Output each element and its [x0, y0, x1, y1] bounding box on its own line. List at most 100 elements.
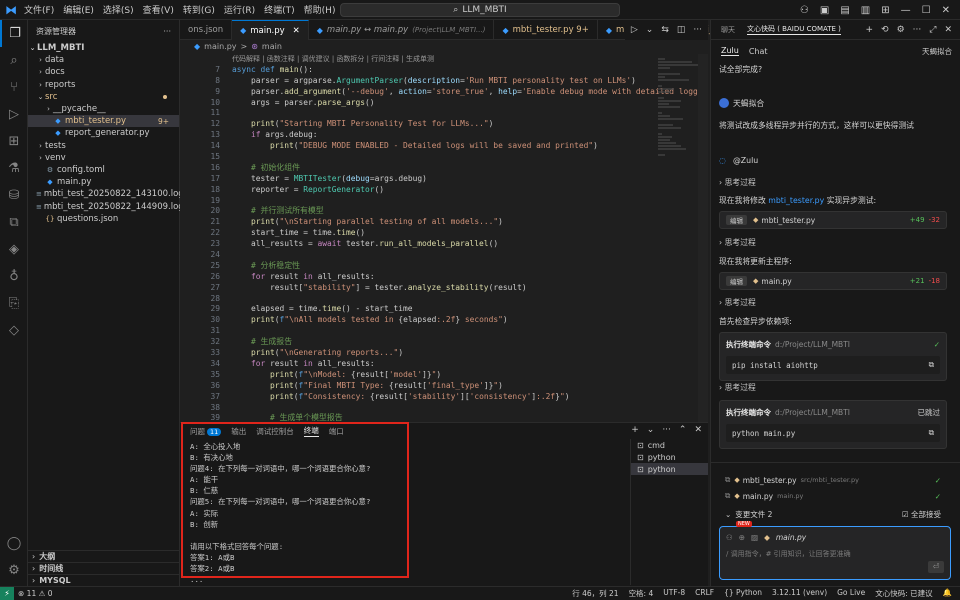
testing-icon[interactable]: ⚗: [0, 155, 28, 182]
settings-gear-icon[interactable]: ⚙: [897, 25, 905, 35]
go-live[interactable]: Go Live: [837, 588, 865, 599]
settings-gear-icon[interactable]: ⚙: [0, 557, 28, 584]
tree-item[interactable]: ◆ report_generator.py: [28, 127, 179, 139]
maximize-panel-icon[interactable]: ⌃: [679, 425, 687, 435]
remote-icon[interactable]: ⚡: [0, 586, 14, 600]
account-icon[interactable]: ◯: [0, 530, 28, 557]
panel-tab[interactable]: 终端: [303, 425, 319, 437]
database-icon[interactable]: ⛁: [0, 182, 28, 209]
tree-item[interactable]: ◆ mbti_tester.py 9+: [28, 115, 179, 128]
more-actions-icon[interactable]: ···: [913, 25, 922, 35]
tree-item[interactable]: › docs: [28, 66, 179, 78]
maximize-icon[interactable]: ☐: [922, 5, 931, 16]
editor-tab[interactable]: ons.json: [180, 20, 233, 40]
menu-item[interactable]: 帮助(H): [304, 3, 336, 16]
menu-item[interactable]: 转到(G): [183, 3, 215, 16]
source-control-icon[interactable]: ⑂: [0, 74, 28, 101]
new-terminal-icon[interactable]: +: [631, 425, 639, 435]
line-ending[interactable]: CRLF: [695, 588, 714, 599]
close-tab-icon[interactable]: ✕: [293, 26, 300, 36]
tree-item[interactable]: › __pycache__: [28, 103, 179, 115]
encoding[interactable]: UTF-8: [663, 588, 685, 599]
code-lens[interactable]: 代码解释 | 函数注释 | 调优建议 | 函数拆分 | 行间注释 | 生成单测: [180, 54, 708, 65]
indentation[interactable]: 空格: 4: [629, 588, 654, 599]
panel-tab[interactable]: 端口: [329, 426, 344, 437]
breadcrumb-symbol[interactable]: main: [262, 42, 282, 51]
sidebar-section[interactable]: › MYSQL: [28, 574, 180, 586]
copy-icon[interactable]: ⧉: [929, 428, 934, 438]
minimap[interactable]: [658, 54, 698, 414]
history-icon[interactable]: ⟲: [881, 25, 889, 35]
tree-item[interactable]: ⌄ src: [28, 91, 179, 103]
tree-item[interactable]: › reports: [28, 79, 179, 91]
terminal-instance[interactable]: ⊡ python: [631, 451, 708, 463]
editor-tab[interactable]: ◆ mbti_tester.py 9+: [494, 20, 598, 40]
layout-panel-icon[interactable]: ▤: [840, 5, 849, 16]
comate-status[interactable]: 文心快码: 已建议: [875, 588, 932, 599]
copilot-icon[interactable]: ⚇: [800, 5, 809, 16]
edit-chip-mbti-tester[interactable]: 编辑 ◆ mbti_tester.py +49 -32: [719, 211, 947, 229]
tree-item[interactable]: › tests: [28, 140, 179, 152]
send-icon[interactable]: ⏎: [928, 561, 944, 573]
panel-tab[interactable]: 问题 11: [190, 426, 222, 437]
menu-item[interactable]: 文件(F): [24, 3, 54, 16]
new-chat-icon[interactable]: +: [865, 25, 873, 35]
menu-item[interactable]: 终端(T): [264, 3, 295, 16]
comate-icon[interactable]: ♁: [0, 263, 28, 290]
minimize-icon[interactable]: —: [901, 5, 911, 16]
think-toggle-4[interactable]: › 思考过程: [719, 382, 756, 393]
copy-icon[interactable]: ⧉: [929, 360, 934, 370]
explorer-icon[interactable]: ❐: [0, 20, 28, 47]
more-actions-icon[interactable]: ···: [163, 27, 171, 36]
chat-input[interactable]: NEW ⚇ ⊕ ▨ ◆ main.py / 调用指令，# 引用知识，让回答更准确…: [719, 521, 951, 580]
think-toggle-3[interactable]: › 思考过程: [719, 297, 756, 308]
stack-icon[interactable]: ◇: [0, 317, 28, 344]
command-center-search[interactable]: ⌕ LLM_MBTI: [340, 3, 620, 17]
close-panel-icon[interactable]: ✕: [694, 425, 702, 435]
run-file-icon[interactable]: ▷: [631, 25, 638, 35]
problems-count[interactable]: ⊗ 11 ⚠ 0: [18, 589, 52, 598]
editor-scrollbar[interactable]: [698, 54, 708, 422]
panel-tab[interactable]: 调试控制台: [256, 426, 294, 437]
terminal-instance[interactable]: ⊡ cmd: [631, 439, 708, 451]
close-icon[interactable]: ✕: [944, 25, 952, 35]
remote-explorer-icon[interactable]: ⧉: [0, 209, 28, 236]
tree-item[interactable]: ⚙ config.toml: [28, 164, 179, 176]
tree-item[interactable]: › venv: [28, 152, 179, 164]
menu-item[interactable]: 运行(R): [224, 3, 255, 16]
zulu-tab[interactable]: Zulu: [721, 46, 739, 56]
cursor-position[interactable]: 行 46，列 21: [572, 588, 618, 599]
maximize-icon[interactable]: ⤢: [929, 25, 936, 35]
language-mode[interactable]: {} Python: [724, 588, 762, 599]
more-actions-icon[interactable]: ···: [662, 425, 671, 435]
extensions-icon[interactable]: ⊞: [0, 128, 28, 155]
compare-icon[interactable]: ⇆: [661, 25, 669, 35]
menu-item[interactable]: 查看(V): [143, 3, 174, 16]
breadcrumb-file[interactable]: main.py: [204, 42, 236, 51]
python-interpreter[interactable]: 3.12.11 (venv): [772, 588, 827, 599]
terminal-instance[interactable]: ⊡ python: [631, 463, 708, 475]
menu-item[interactable]: 编辑(E): [63, 3, 94, 16]
docs-icon[interactable]: ⎘: [0, 290, 28, 317]
more-actions-icon[interactable]: ···: [693, 25, 702, 35]
think-toggle-2[interactable]: › 思考过程: [719, 237, 756, 248]
terminal-output[interactable]: A: 全心投入地 B: 有决心地 问题4: 在下列每一对词语中，哪一个词语更合你心意…: [190, 441, 620, 600]
menu-item[interactable]: 选择(S): [103, 3, 134, 16]
think-toggle-1[interactable]: › 思考过程: [719, 177, 756, 188]
comate-tab[interactable]: 文心快码 ( BAIDU COMATE ): [747, 24, 841, 35]
split-editor-icon[interactable]: ◫: [677, 25, 686, 35]
sidebar-section[interactable]: › 大纲: [28, 550, 180, 562]
close-icon[interactable]: ✕: [942, 5, 950, 16]
workspace-root[interactable]: ⌄ LLM_MBTI: [28, 42, 179, 54]
layout-sidebar-icon[interactable]: ▣: [820, 5, 829, 16]
dropdown-icon[interactable]: ⌄: [646, 25, 654, 35]
layout-customize-icon[interactable]: ⊞: [881, 5, 889, 16]
editor-tab[interactable]: ◆ main.py ↔ main.py (Project\LLM_MBTI...): [309, 20, 495, 40]
layout-secondary-icon[interactable]: ▥: [861, 5, 870, 16]
attach-icon[interactable]: ⊕: [739, 533, 745, 542]
tree-item[interactable]: ◆ main.py: [28, 176, 179, 188]
tree-item[interactable]: ≡ mbti_test_20250822_144909.log: [28, 200, 184, 212]
run-debug-icon[interactable]: ▷: [0, 101, 28, 128]
python-icon[interactable]: ◈: [0, 236, 28, 263]
chat-tab[interactable]: 聊天: [721, 25, 735, 35]
